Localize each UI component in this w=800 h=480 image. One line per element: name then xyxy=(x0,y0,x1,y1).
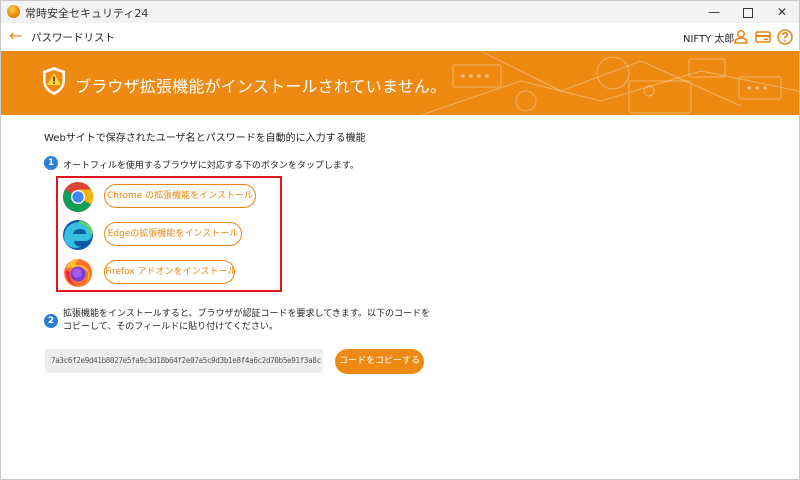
help-icon[interactable] xyxy=(776,28,794,46)
firefox-icon xyxy=(64,258,92,287)
step-1-text: オートフィルを使用するブラウザに対応する下のボタンをタップします。 xyxy=(63,161,359,171)
warning-shield-icon xyxy=(43,67,65,95)
card-icon[interactable] xyxy=(754,28,772,46)
app-logo-icon xyxy=(7,5,20,18)
copy-code-button[interactable]: コードをコピーする xyxy=(335,349,424,374)
user-icon[interactable] xyxy=(732,28,750,46)
step-2-badge: 2 xyxy=(44,314,58,328)
step-1-badge: 1 xyxy=(44,156,58,170)
chrome-icon xyxy=(62,182,94,213)
install-firefox-addon-button[interactable]: Firefox アドオンをインストール xyxy=(104,260,236,284)
title-bar: 常時安全セキュリティ24 — ✕ xyxy=(1,1,799,23)
minimize-button[interactable]: — xyxy=(697,1,731,23)
app-title: 常時安全セキュリティ24 xyxy=(25,7,149,20)
edge-icon xyxy=(63,220,94,250)
step-2-text: 拡張機能をインストールすると、ブラウザが認証コードを要求してきます。以下のコード… xyxy=(63,309,431,332)
install-edge-extension-button[interactable]: Edgeの拡張機能をインストール xyxy=(104,222,242,246)
back-arrow-icon[interactable]: ← xyxy=(9,28,23,44)
nav-bar: ← パスワードリスト NIFTY 太郎 xyxy=(1,23,799,51)
banner-message: ブラウザ拡張機能がインストールされていません。 xyxy=(75,77,447,96)
maximize-icon xyxy=(743,7,753,18)
warning-banner: ブラウザ拡張機能がインストールされていません。 xyxy=(1,51,799,115)
auth-code-field[interactable]: 7a3c6f2e9d41b8027e5fa9c3d18b64f2e07a5c9d… xyxy=(45,349,323,373)
app-window: 常時安全セキュリティ24 — ✕ ← パスワードリスト NIFTY 太郎 ブラウ… xyxy=(0,0,800,480)
feature-description: Webサイトで保存されたユーザ名とパスワードを自動的に入力する機能 xyxy=(44,133,366,144)
maximize-button[interactable] xyxy=(731,1,765,23)
user-name: NIFTY 太郎 xyxy=(683,34,735,45)
page-title: パスワードリスト xyxy=(31,32,115,44)
close-button[interactable]: ✕ xyxy=(765,1,799,23)
install-chrome-extension-button[interactable]: Chrome の拡張機能をインストール xyxy=(104,184,256,208)
